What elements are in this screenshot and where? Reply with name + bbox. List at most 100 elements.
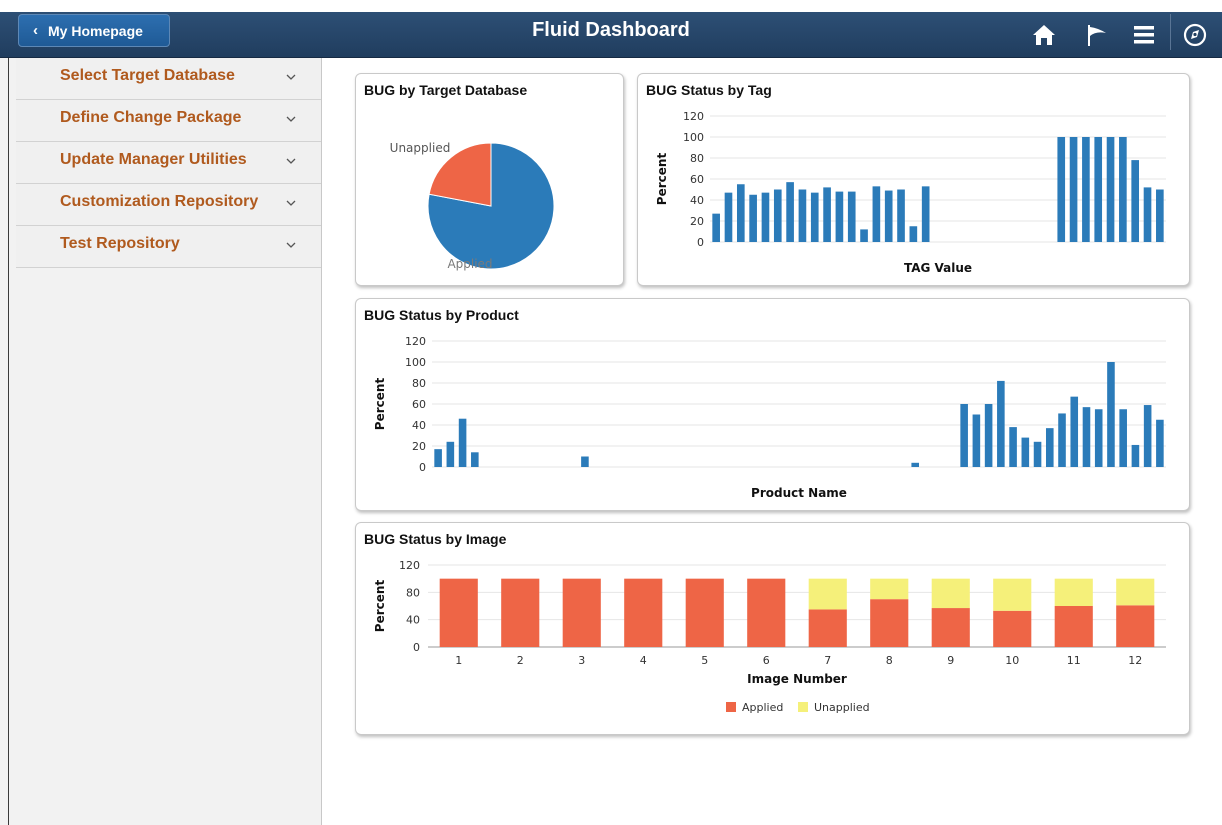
pie-chart: Applied Unapplied bbox=[390, 141, 555, 271]
image-stacked-bar-chart: 040801201 2 3 4 5 6 7 8 9 10 11 12Image NumberPerce… bbox=[373, 559, 1166, 714]
bar bbox=[997, 380, 1005, 467]
flag-icon[interactable] bbox=[1084, 22, 1110, 48]
bar bbox=[1131, 444, 1140, 467]
home-icon[interactable] bbox=[1031, 22, 1057, 48]
bar bbox=[884, 190, 893, 242]
y-axis-title: Percent bbox=[373, 378, 387, 431]
bar bbox=[1107, 362, 1115, 467]
sidebar-item-select-target-database[interactable]: Select Target Database bbox=[16, 58, 321, 100]
bar bbox=[1057, 137, 1066, 242]
x-tick-label: 10 bbox=[1005, 654, 1019, 667]
sidebar-item-test-repository[interactable]: Test Repository bbox=[16, 226, 321, 268]
x-tick-label: 7 bbox=[824, 654, 831, 667]
y-tick-label: 100 bbox=[683, 131, 704, 144]
bar-applied bbox=[624, 578, 663, 647]
bar bbox=[1094, 409, 1103, 467]
y-tick-label: 80 bbox=[412, 377, 426, 390]
bar bbox=[897, 189, 905, 242]
y-tick-label: 20 bbox=[412, 440, 426, 453]
chevron-down-icon bbox=[286, 158, 296, 164]
sidebar-item-customization-repository[interactable]: Customization Repository bbox=[16, 184, 321, 226]
bar bbox=[1033, 441, 1042, 467]
x-tick-label: 12 bbox=[1128, 654, 1142, 667]
bar-applied bbox=[685, 578, 724, 647]
bar bbox=[810, 192, 819, 242]
y-tick-label: 100 bbox=[405, 356, 426, 369]
sidebar-item-label: Select Target Database bbox=[60, 67, 235, 84]
bar bbox=[1058, 413, 1066, 467]
tile-bug-status-by-product[interactable]: BUG Status by Product 0 20 40 60 80 100 120 Pro… bbox=[355, 298, 1190, 511]
chevron-down-icon bbox=[286, 200, 296, 206]
bar-unapplied bbox=[993, 578, 1032, 611]
bar bbox=[458, 418, 467, 467]
bar-applied bbox=[993, 610, 1032, 647]
header-divider bbox=[1170, 14, 1171, 50]
sidebar-item-update-manager-utilities[interactable]: Update Manager Utilities bbox=[16, 142, 321, 184]
x-tick-label: 4 bbox=[640, 654, 647, 667]
bar-unapplied bbox=[1054, 578, 1093, 606]
bar bbox=[1045, 428, 1054, 467]
chevron-down-icon bbox=[286, 74, 296, 80]
bar bbox=[823, 187, 831, 242]
x-tick-label: 3 bbox=[578, 654, 585, 667]
bar bbox=[1082, 407, 1091, 467]
y-tick-label: 40 bbox=[406, 614, 420, 627]
bar-unapplied bbox=[870, 578, 909, 600]
x-tick-label: 5 bbox=[701, 654, 708, 667]
y-tick-label: 60 bbox=[690, 173, 704, 186]
bar-applied bbox=[439, 578, 478, 647]
x-axis-title: Product Name bbox=[751, 486, 847, 500]
chevron-down-icon bbox=[286, 242, 296, 248]
sidebar-item-label: Define Change Package bbox=[60, 109, 242, 126]
legend-label-unapplied: Unapplied bbox=[814, 701, 870, 714]
bar bbox=[1069, 137, 1078, 242]
sidebar-item-label: Update Manager Utilities bbox=[60, 151, 247, 168]
y-tick-label: 120 bbox=[399, 559, 420, 572]
bar bbox=[1119, 137, 1127, 242]
bar-applied bbox=[1054, 606, 1093, 647]
bar bbox=[835, 191, 844, 242]
bar bbox=[921, 186, 930, 242]
bar-applied bbox=[808, 609, 847, 647]
chevron-down-icon bbox=[286, 116, 296, 122]
dashboard-content: BUG by Target Database Applied Unapplied … bbox=[322, 58, 1222, 825]
x-tick-label: 8 bbox=[886, 654, 893, 667]
menu-icon[interactable] bbox=[1131, 22, 1157, 48]
y-tick-label: 120 bbox=[683, 110, 704, 123]
bar bbox=[736, 184, 745, 242]
y-tick-label: 80 bbox=[690, 152, 704, 165]
bar bbox=[471, 452, 479, 467]
y-tick-label: 0 bbox=[413, 641, 420, 654]
bar-applied bbox=[501, 578, 540, 647]
bar bbox=[984, 404, 993, 467]
tile-bug-by-target-database[interactable]: BUG by Target Database Applied Unapplied bbox=[355, 73, 624, 286]
y-axis-title: Percent bbox=[373, 580, 387, 633]
tile-bug-status-by-tag[interactable]: BUG Status by Tag 0 20 40 60 80 100 120 TAG Val… bbox=[637, 73, 1190, 286]
y-tick-label: 120 bbox=[405, 335, 426, 348]
sidebar-item-label: Customization Repository bbox=[60, 193, 259, 210]
bar-applied bbox=[1116, 605, 1155, 647]
bar bbox=[960, 404, 968, 467]
pie-label-applied: Applied bbox=[447, 257, 492, 271]
bar bbox=[1070, 396, 1079, 467]
x-tick-label: 9 bbox=[947, 654, 954, 667]
bar bbox=[1009, 427, 1017, 467]
bar bbox=[761, 192, 770, 242]
y-tick-label: 20 bbox=[690, 215, 704, 228]
bar bbox=[446, 441, 455, 467]
sidebar-item-define-change-package[interactable]: Define Change Package bbox=[16, 100, 321, 142]
legend-swatch-unapplied bbox=[798, 702, 808, 712]
bar bbox=[909, 226, 918, 242]
x-tick-label: 6 bbox=[763, 654, 770, 667]
bar bbox=[434, 449, 442, 467]
y-tick-label: 80 bbox=[406, 586, 420, 599]
navbar-compass-icon[interactable] bbox=[1182, 22, 1208, 48]
bar bbox=[1143, 405, 1152, 467]
bar-unapplied bbox=[808, 578, 847, 610]
tile-bug-status-by-image[interactable]: BUG Status by Image 0 40 80 120 1 2 3 4 5 6 7 8 9 10 1… bbox=[355, 522, 1190, 735]
bar bbox=[847, 191, 856, 242]
tag-bar-chart: 0 20 40 60 80 100 120 TAG Value Percent bbox=[655, 110, 1166, 275]
bar-applied bbox=[931, 608, 970, 647]
bar-applied bbox=[870, 599, 909, 647]
x-axis-title: Image Number bbox=[747, 672, 847, 686]
